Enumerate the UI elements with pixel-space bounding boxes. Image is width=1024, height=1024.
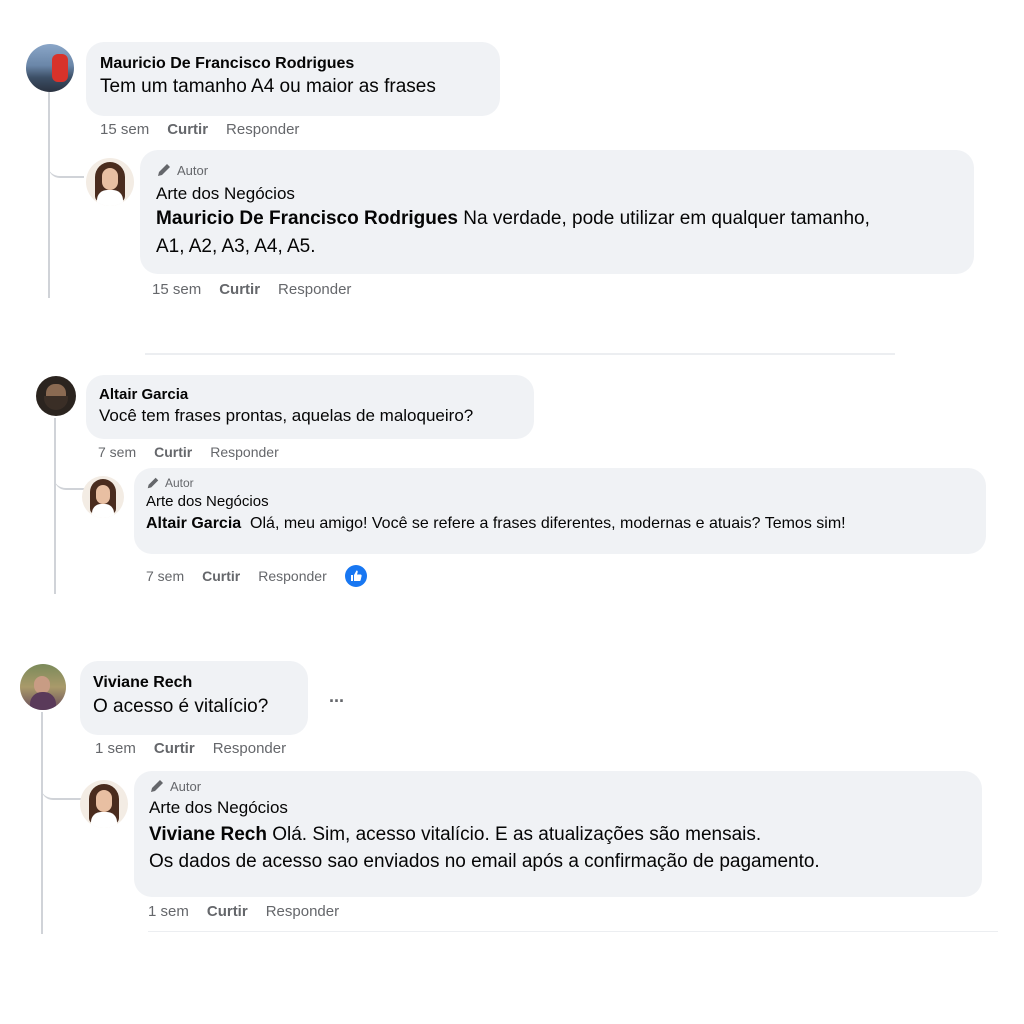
author-badge-label: Autor — [177, 162, 209, 178]
reply-author[interactable]: Arte dos Negócios — [156, 184, 974, 204]
thread-line — [48, 92, 50, 298]
pencil-icon — [158, 164, 170, 176]
reply-text: Mauricio De Francisco Rodrigues Na verda… — [156, 208, 974, 230]
like-button[interactable]: Curtir — [154, 740, 195, 757]
reply-button[interactable]: Responder — [213, 740, 286, 757]
divider — [145, 353, 895, 355]
comment-text: O acesso é vitalício? — [93, 696, 269, 717]
avatar[interactable] — [80, 780, 128, 828]
avatar[interactable] — [20, 664, 66, 710]
comment-bubble: Mauricio De Francisco Rodrigues Tem um t… — [86, 42, 500, 116]
reply-button[interactable]: Responder — [278, 281, 351, 298]
mention[interactable]: Altair Garcia — [146, 515, 241, 532]
comment-actions: 15 sem Curtir Responder — [100, 121, 317, 138]
author-badge-label: Autor — [170, 778, 202, 794]
like-button[interactable]: Curtir — [167, 121, 208, 138]
reply-text-line: Os dados de acesso sao enviados no email… — [149, 851, 820, 872]
reply-connector — [48, 150, 84, 178]
like-reaction-icon[interactable] — [344, 565, 367, 587]
author-badge: Autor — [156, 162, 974, 178]
pencil-icon — [147, 477, 159, 489]
comment-author[interactable]: Viviane Rech — [93, 674, 308, 692]
reply-author[interactable]: Arte dos Negócios — [149, 798, 982, 818]
reply-connector — [41, 776, 81, 800]
pencil-icon — [151, 780, 163, 792]
reply-bubble: Autor Arte dos Negócios Viviane Rech Olá… — [134, 771, 982, 897]
comment-text: Tem um tamanho A4 ou maior as frases — [100, 76, 436, 97]
comment-bubble: Viviane Rech O acesso é vitalício? — [80, 661, 308, 735]
avatar[interactable] — [36, 376, 76, 416]
like-button[interactable]: Curtir — [219, 281, 260, 298]
more-options-button[interactable]: ... — [329, 686, 344, 707]
reply-text: Altair Garcia Olá, meu amigo! Você se re… — [146, 515, 986, 533]
reply-author[interactable]: Arte dos Negócios — [146, 493, 986, 510]
reply-button[interactable]: Responder — [226, 121, 299, 138]
reply-text-line: A1, A2, A3, A4, A5. — [156, 236, 316, 257]
comment-author[interactable]: Altair Garcia — [99, 386, 534, 403]
comment-timestamp[interactable]: 7 sem — [98, 444, 136, 460]
reply-text-line: Olá. Sim, acesso vitalício. E as atualiz… — [266, 824, 762, 845]
author-badge: Autor — [146, 476, 986, 490]
reply-timestamp[interactable]: 15 sem — [152, 281, 201, 298]
mention[interactable]: Mauricio De Francisco Rodrigues — [156, 208, 458, 229]
avatar[interactable] — [86, 158, 134, 206]
reply-text-line: Olá, meu amigo! Você se refere a frases … — [241, 515, 846, 532]
reply-actions: 1 sem Curtir Responder — [148, 903, 357, 920]
comment-actions: 1 sem Curtir Responder — [95, 740, 304, 757]
reply-actions: 7 sem Curtir Responder — [146, 565, 367, 587]
reply-actions: 15 sem Curtir Responder — [152, 281, 369, 298]
author-badge: Autor — [149, 778, 982, 794]
reply-connector — [54, 468, 84, 490]
comment-timestamp[interactable]: 15 sem — [100, 121, 149, 138]
reply-timestamp[interactable]: 1 sem — [148, 903, 189, 920]
reply-bubble: Autor Arte dos Negócios Altair Garcia Ol… — [134, 468, 986, 554]
comment-text: Você tem frases prontas, aquelas de malo… — [99, 406, 474, 425]
reply-button[interactable]: Responder — [210, 444, 279, 460]
like-button[interactable]: Curtir — [207, 903, 248, 920]
thread-line — [54, 418, 56, 594]
reply-text-line: Na verdade, pode utilizar em qualquer ta… — [457, 208, 870, 229]
avatar[interactable] — [26, 44, 74, 92]
mention[interactable]: Viviane Rech — [149, 824, 267, 845]
divider — [148, 931, 998, 932]
comment-author[interactable]: Mauricio De Francisco Rodrigues — [100, 55, 500, 73]
reply-bubble: Autor Arte dos Negócios Mauricio De Fran… — [140, 150, 974, 274]
reply-timestamp[interactable]: 7 sem — [146, 568, 184, 584]
comment-bubble: Altair Garcia Você tem frases prontas, a… — [86, 375, 534, 439]
like-button[interactable]: Curtir — [154, 444, 192, 460]
comment-actions: 7 sem Curtir Responder — [98, 444, 297, 460]
reply-button[interactable]: Responder — [266, 903, 339, 920]
thread-line — [41, 712, 43, 934]
comment-timestamp[interactable]: 1 sem — [95, 740, 136, 757]
avatar[interactable] — [82, 476, 124, 518]
reply-button[interactable]: Responder — [258, 568, 327, 584]
like-button[interactable]: Curtir — [202, 568, 240, 584]
author-badge-label: Autor — [165, 476, 194, 490]
reply-text: Viviane Rech Olá. Sim, acesso vitalício.… — [149, 824, 982, 846]
